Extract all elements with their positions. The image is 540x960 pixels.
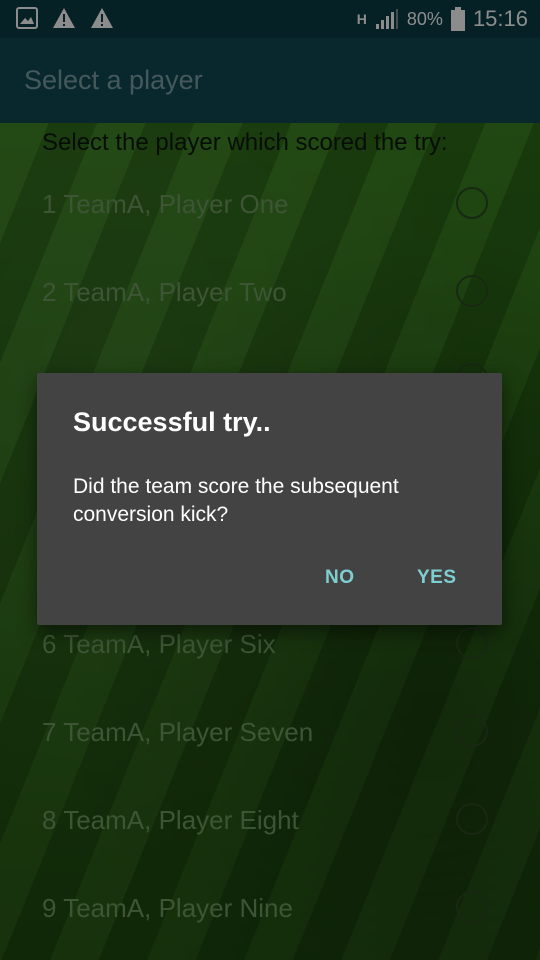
conversion-dialog: Successful try.. Did the team score the … xyxy=(37,373,502,625)
no-button[interactable]: NO xyxy=(325,567,355,589)
yes-button[interactable]: YES xyxy=(417,567,457,589)
dialog-message: Did the team score the subsequent conver… xyxy=(73,475,399,526)
dialog-title: Successful try.. xyxy=(73,407,271,437)
